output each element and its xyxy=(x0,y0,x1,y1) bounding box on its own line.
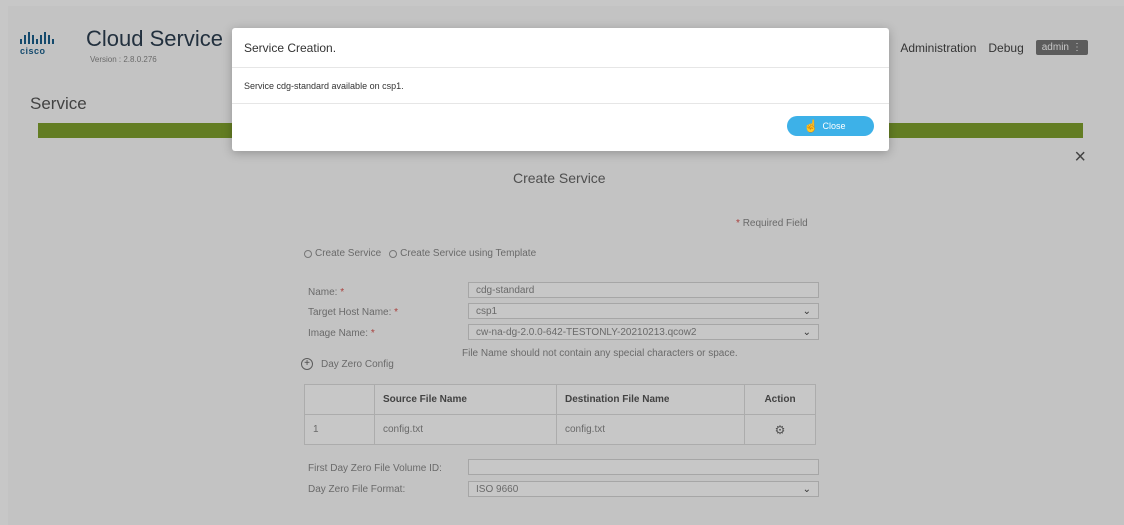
dialog-message: Service cdg-standard available on csp1. xyxy=(244,80,404,91)
dialog-footer: ☝ Close xyxy=(232,104,889,150)
close-button-label: Close xyxy=(822,121,846,131)
pointer-hand-icon: ☝ xyxy=(803,119,819,133)
dialog-header: Service Creation. xyxy=(232,28,889,68)
close-button[interactable]: ☝ Close xyxy=(787,116,874,136)
dialog-body: Service cdg-standard available on csp1. xyxy=(232,68,889,104)
dialog-title: Service Creation. xyxy=(244,40,337,55)
service-creation-dialog: Service Creation. Service cdg-standard a… xyxy=(232,28,889,151)
